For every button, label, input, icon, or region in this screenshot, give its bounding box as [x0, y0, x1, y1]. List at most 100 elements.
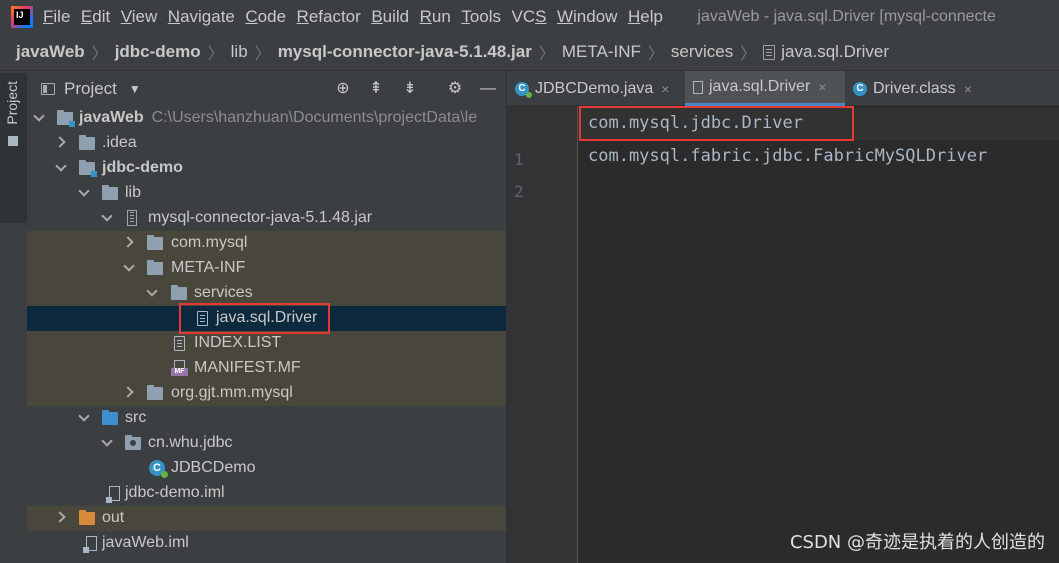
- tree-item-label: out: [102, 509, 125, 526]
- chevron-right-icon[interactable]: [56, 511, 66, 521]
- breadcrumb-item-meta-inf[interactable]: META-INF: [562, 42, 641, 62]
- tab-jdbcdemo-java[interactable]: C JDBCDemo.java ×: [515, 71, 685, 106]
- code-line[interactable]: com.mysql.jdbc.Driver: [588, 113, 803, 133]
- tab-driver-class[interactable]: C Driver.class ×: [853, 71, 993, 106]
- package-icon: [125, 435, 141, 450]
- chevron-down-icon[interactable]: ▼: [129, 82, 141, 96]
- menu-code[interactable]: Code: [245, 7, 286, 27]
- excluded-folder-icon: [79, 510, 95, 525]
- chevron-down-icon[interactable]: [79, 411, 89, 421]
- line-number: 1: [514, 150, 524, 169]
- tree-item-label: MANIFEST.MF: [194, 359, 301, 376]
- tree-row[interactable]: cn.whu.jdbc: [27, 431, 506, 456]
- breadcrumb-separator: 〉: [254, 46, 271, 63]
- code-line[interactable]: com.mysql.fabric.jdbc.FabricMySQLDriver: [588, 146, 987, 166]
- locate-icon[interactable]: ⊕: [334, 80, 352, 98]
- project-panel-title[interactable]: Project: [64, 79, 117, 99]
- tree-row[interactable]: com.mysql: [27, 231, 506, 256]
- chevron-right-icon[interactable]: [124, 236, 134, 246]
- tree-row[interactable]: META-INF: [27, 256, 506, 281]
- chevron-down-icon[interactable]: [102, 211, 112, 221]
- iml-file-icon: [106, 486, 120, 503]
- folder-icon: [79, 135, 95, 150]
- breadcrumb-separator: 〉: [91, 46, 108, 63]
- window-title: javaWeb - java.sql.Driver [mysql-connect…: [697, 8, 996, 25]
- chevron-down-icon[interactable]: [79, 186, 89, 196]
- tree-item-label: JDBCDemo: [171, 459, 256, 476]
- breadcrumb-separator: 〉: [740, 46, 757, 63]
- chevron-down-icon[interactable]: [102, 436, 112, 446]
- menu-refactor[interactable]: Refactor: [297, 7, 361, 27]
- menu-build[interactable]: Build: [371, 7, 409, 27]
- chevron-right-icon[interactable]: [124, 386, 134, 396]
- chevron-down-icon[interactable]: [124, 261, 134, 271]
- breadcrumb-item-jar[interactable]: mysql-connector-java-5.1.48.jar: [278, 42, 532, 62]
- tree-row[interactable]: .idea: [27, 131, 506, 156]
- tree-row[interactable]: javaWeb.iml: [27, 531, 506, 556]
- tree-row[interactable]: INDEX.LIST: [27, 331, 506, 356]
- class-icon: C: [853, 81, 867, 96]
- tree-item-label: lib: [125, 184, 142, 201]
- text-file-icon: [174, 336, 185, 351]
- line-number-gutter: 1 2: [507, 106, 578, 563]
- source-folder-icon: [102, 410, 118, 425]
- tree-row[interactable]: jdbc-demo: [27, 156, 506, 181]
- tree-row[interactable]: out: [27, 506, 506, 531]
- gear-icon[interactable]: ⚙: [446, 80, 464, 98]
- menu-help[interactable]: Help: [628, 7, 663, 27]
- chevron-right-icon[interactable]: [56, 136, 66, 146]
- tree-row[interactable]: services: [27, 281, 506, 306]
- folder-icon: [171, 285, 187, 300]
- jar-icon: [127, 210, 137, 226]
- tab-java-sql-driver[interactable]: java.sql.Driver ×: [685, 71, 845, 106]
- folder-icon: [147, 260, 163, 275]
- close-icon[interactable]: ×: [661, 81, 669, 97]
- tree-row[interactable]: src: [27, 406, 506, 431]
- chevron-down-icon[interactable]: [56, 161, 66, 171]
- tree-row[interactable]: mysql-connector-java-5.1.48.jar: [27, 206, 506, 231]
- project-view-icon: [41, 83, 55, 95]
- project-panel: Project ▼ ⊕ ⇞ ⇟ ⚙ — javaWeb C:\Users\hanz…: [27, 71, 506, 563]
- tree-row[interactable]: MF MANIFEST.MF: [27, 356, 506, 381]
- folder-icon: [147, 235, 163, 250]
- chevron-down-icon[interactable]: [147, 286, 157, 296]
- breadcrumb-item-lib[interactable]: lib: [231, 42, 248, 62]
- project-panel-header: Project ▼ ⊕ ⇞ ⇟ ⚙ —: [27, 71, 506, 107]
- close-icon[interactable]: ×: [818, 79, 826, 95]
- text-file-icon: [763, 44, 776, 60]
- menu-file[interactable]: File: [43, 7, 70, 27]
- class-icon: C: [149, 460, 168, 478]
- text-file-icon: [197, 311, 208, 326]
- breadcrumb-item-services[interactable]: services: [671, 42, 733, 62]
- chevron-down-icon[interactable]: [34, 111, 44, 121]
- tab-label: Driver.class: [873, 79, 956, 97]
- breadcrumb-item-java-sql-driver[interactable]: java.sql.Driver: [781, 42, 889, 62]
- breadcrumb-item-javaweb[interactable]: javaWeb: [16, 42, 85, 62]
- menu-edit[interactable]: Edit: [81, 7, 110, 27]
- hide-icon[interactable]: —: [479, 80, 497, 98]
- menu-window[interactable]: Window: [557, 7, 617, 27]
- project-tool-tab[interactable]: Project: [0, 73, 27, 223]
- breadcrumb-item-jdbc-demo[interactable]: jdbc-demo: [115, 42, 201, 62]
- tree-item-label: com.mysql: [171, 234, 248, 251]
- tree-item-label: org.gjt.mm.mysql: [171, 384, 293, 401]
- menu-tools[interactable]: Tools: [461, 7, 501, 27]
- menu-view[interactable]: View: [121, 7, 158, 27]
- collapse-all-icon[interactable]: ⇟: [401, 80, 419, 98]
- tree-row-selected[interactable]: java.sql.Driver: [27, 306, 506, 331]
- menu-navigate[interactable]: Navigate: [168, 7, 235, 27]
- tree-row[interactable]: C JDBCDemo: [27, 456, 506, 481]
- tree-row[interactable]: javaWeb C:\Users\hanzhuan\Documents\proje…: [27, 106, 506, 131]
- close-icon[interactable]: ×: [964, 81, 972, 97]
- expand-all-icon[interactable]: ⇞: [367, 80, 385, 98]
- tree-row[interactable]: org.gjt.mm.mysql: [27, 381, 506, 406]
- menu-vcs[interactable]: VCS: [512, 7, 547, 27]
- menu-run[interactable]: Run: [420, 7, 451, 27]
- editor: C JDBCDemo.java × java.sql.Driver × C Dr…: [506, 71, 1059, 563]
- tree-item-label: javaWeb.iml: [102, 534, 189, 551]
- tree-row[interactable]: lib: [27, 181, 506, 206]
- breadcrumb-separator: 〉: [647, 46, 664, 63]
- tree-row[interactable]: jdbc-demo.iml: [27, 481, 506, 506]
- tree-item-label: jdbc-demo.iml: [125, 484, 225, 501]
- menu-bar: IJ File Edit View Navigate Code Refactor…: [0, 0, 1059, 34]
